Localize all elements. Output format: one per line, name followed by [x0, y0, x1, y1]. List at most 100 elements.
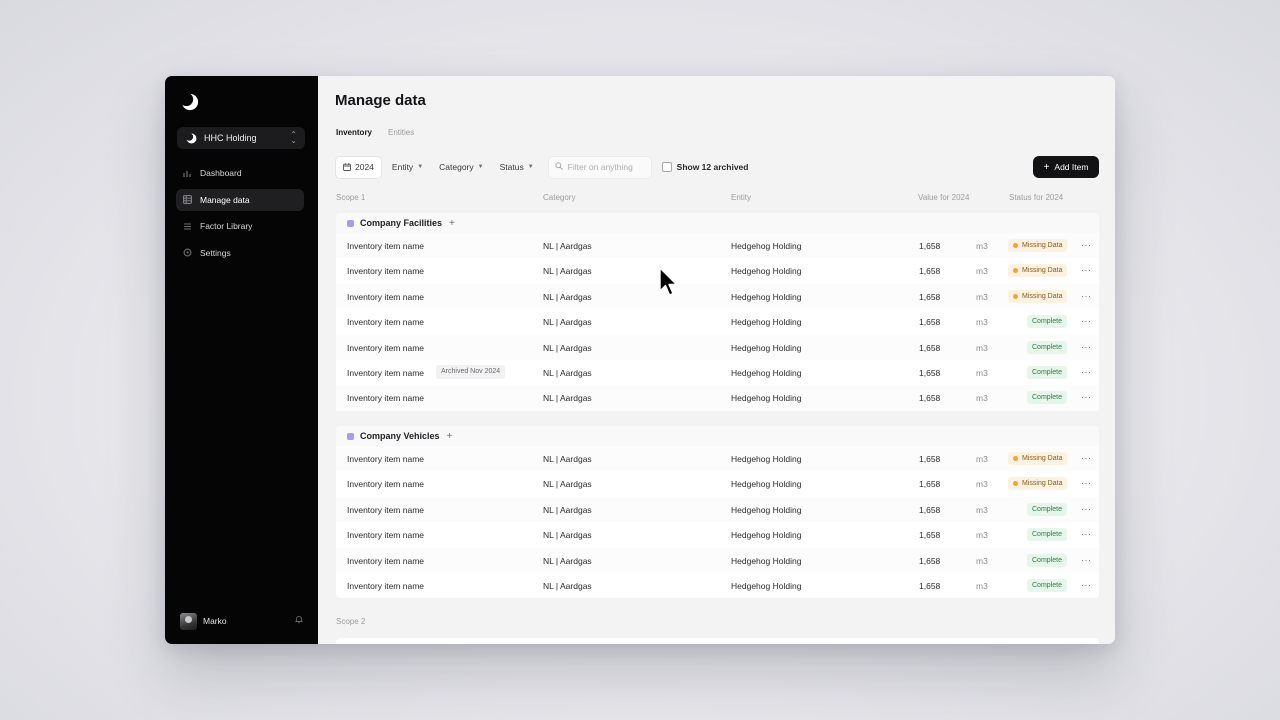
user-menu[interactable]: Marko: [180, 612, 303, 630]
table-row[interactable]: Inventory item name NL | Aardgas Hedgehog …: [336, 385, 1099, 411]
item-category: NL | Aardgas: [543, 479, 592, 490]
bell-icon[interactable]: [295, 615, 303, 626]
column-header-status[interactable]: Status for 2024: [1009, 193, 1063, 202]
table-row[interactable]: Inventory item name NL | Aardgas Hedgehog …: [336, 547, 1099, 573]
table-row[interactable]: Inventory item name NL | Aardgas Hedgehog …: [336, 471, 1099, 496]
item-name: Inventory item name: [347, 241, 425, 251]
table-row[interactable]: Inventory item name Archived Nov 2024 NL |…: [336, 360, 1099, 385]
status-label: Missing Data: [1022, 480, 1063, 488]
more-options-icon[interactable]: ···: [1081, 392, 1092, 402]
table-icon: [183, 195, 192, 204]
status-label: Complete: [1032, 581, 1062, 589]
show-archived-toggle[interactable]: Show 12 archived: [661, 162, 748, 172]
dashboard-icon: [183, 169, 192, 178]
item-value: 1,658: [919, 580, 941, 591]
status-badge: Complete: [1027, 528, 1067, 542]
search-input[interactable]: Filter on anything: [547, 155, 652, 179]
column-header-category[interactable]: Category: [543, 193, 575, 202]
item-entity: Hedgehog Holding: [731, 393, 802, 404]
more-options-icon[interactable]: ···: [1081, 367, 1092, 377]
table-row[interactable]: Inventory item name NL | Aardgas Hedgehog …: [336, 446, 1099, 472]
table-row[interactable]: Inventory item name NL | Aardgas Hedgehog …: [336, 573, 1099, 598]
item-name: Inventory item name: [347, 454, 425, 464]
sidebar-item-manage-data[interactable]: Manage data: [176, 188, 304, 211]
item-unit: m3: [976, 580, 988, 591]
item-category: NL | Aardgas: [543, 266, 592, 277]
group-color-swatch: [347, 219, 354, 227]
show-archived-checkbox[interactable]: [661, 162, 672, 172]
table-row[interactable]: Inventory item name NL | Aardgas Hedgehog …: [336, 233, 1099, 259]
category-filter[interactable]: Category ▼: [433, 157, 489, 178]
sidebar-item-settings[interactable]: Settings: [176, 242, 304, 264]
status-label: Complete: [1032, 394, 1062, 402]
item-unit: m3: [976, 504, 988, 515]
calendar-icon: [343, 163, 351, 171]
add-to-group-icon[interactable]: +: [447, 431, 453, 442]
entity-filter[interactable]: Entity ▼: [386, 157, 429, 178]
scope-2-section: [336, 638, 1099, 644]
filter-bar: 2024 Entity ▼ Category ▼ Status ▼ Filter…: [335, 155, 1099, 179]
status-badge: Missing Data: [1008, 264, 1068, 278]
item-value: 1,658: [919, 479, 941, 490]
column-header-entity[interactable]: Entity: [731, 193, 751, 202]
more-options-icon[interactable]: ···: [1081, 240, 1092, 250]
tab-bar: Inventory Entities: [336, 128, 414, 137]
mouse-pointer-icon: [659, 267, 678, 296]
table-row[interactable]: Inventory item name NL | Aardgas Hedgehog …: [336, 334, 1099, 360]
item-value: 1,658: [919, 266, 941, 277]
status-filter[interactable]: Status ▼: [494, 157, 540, 178]
year-filter[interactable]: 2024: [335, 155, 382, 179]
status-badge: Missing Data: [1008, 289, 1068, 303]
group-title: Company Vehicles: [360, 431, 440, 441]
table-row[interactable]: Inventory item name NL | Aardgas Hedgehog …: [336, 496, 1099, 523]
item-category: NL | Aardgas: [543, 555, 592, 566]
search-icon: [555, 162, 563, 172]
more-options-icon[interactable]: ···: [1081, 529, 1092, 539]
more-options-icon[interactable]: ···: [1081, 342, 1092, 352]
more-options-icon[interactable]: ···: [1081, 453, 1092, 463]
item-name: Inventory item name: [347, 291, 425, 302]
status-dot-icon: [1013, 481, 1018, 487]
item-entity: Hedgehog Holding: [731, 342, 802, 353]
item-category: NL | Aardgas: [543, 504, 592, 515]
more-options-icon[interactable]: ···: [1081, 316, 1092, 326]
table-row[interactable]: Inventory item name NL | Aardgas Hedgehog …: [336, 522, 1099, 547]
item-name: Inventory item name: [347, 393, 425, 404]
item-name: Inventory item name: [347, 317, 425, 328]
item-value: 1,658: [919, 317, 941, 328]
status-label: Complete: [1032, 368, 1062, 376]
sidebar-item-label: Manage data: [200, 194, 250, 205]
scope-2-label: Scope 2: [336, 617, 366, 626]
add-item-label: Add Item: [1054, 162, 1089, 172]
more-options-icon[interactable]: ···: [1081, 265, 1092, 275]
column-header-value[interactable]: Value for 2024: [918, 193, 969, 202]
tab-inventory[interactable]: Inventory: [336, 128, 372, 137]
more-options-icon[interactable]: ···: [1081, 291, 1092, 301]
more-options-icon[interactable]: ···: [1081, 580, 1092, 590]
user-name: Marko: [203, 616, 227, 626]
more-options-icon[interactable]: ···: [1081, 504, 1092, 514]
more-options-icon[interactable]: ···: [1081, 478, 1092, 488]
table-row[interactable]: Inventory item name NL | Aardgas Hedgehog …: [336, 258, 1099, 283]
group-header: Company Vehicles +: [336, 426, 1099, 446]
item-unit: m3: [976, 266, 988, 277]
item-entity: Hedgehog Holding: [731, 454, 802, 464]
avatar: [180, 612, 197, 630]
table-row[interactable]: Inventory item name NL | Aardgas Hedgehog …: [336, 309, 1099, 334]
status-label: Complete: [1032, 318, 1062, 326]
item-value: 1,658: [919, 393, 941, 404]
status-dot-icon: [1013, 268, 1018, 274]
sidebar-nav: Dashboard Manage data Factor Library Set…: [176, 162, 304, 268]
sidebar-item-dashboard[interactable]: Dashboard: [176, 162, 304, 184]
tab-entities[interactable]: Entities: [388, 128, 414, 137]
table-row[interactable]: Inventory item name NL | Aardgas Hedgehog …: [336, 283, 1099, 310]
sidebar-item-factor-library[interactable]: Factor Library: [176, 215, 304, 237]
more-options-icon[interactable]: ···: [1081, 555, 1092, 565]
item-unit: m3: [976, 555, 988, 566]
add-to-group-icon[interactable]: +: [449, 218, 455, 229]
item-entity: Hedgehog Holding: [731, 367, 802, 378]
sidebar-item-label: Settings: [200, 247, 231, 258]
add-item-button[interactable]: + Add Item: [1033, 156, 1099, 178]
item-name: Inventory item name: [347, 479, 425, 490]
organization-switcher[interactable]: HHC Holding ⌃ ⌄: [177, 127, 305, 149]
